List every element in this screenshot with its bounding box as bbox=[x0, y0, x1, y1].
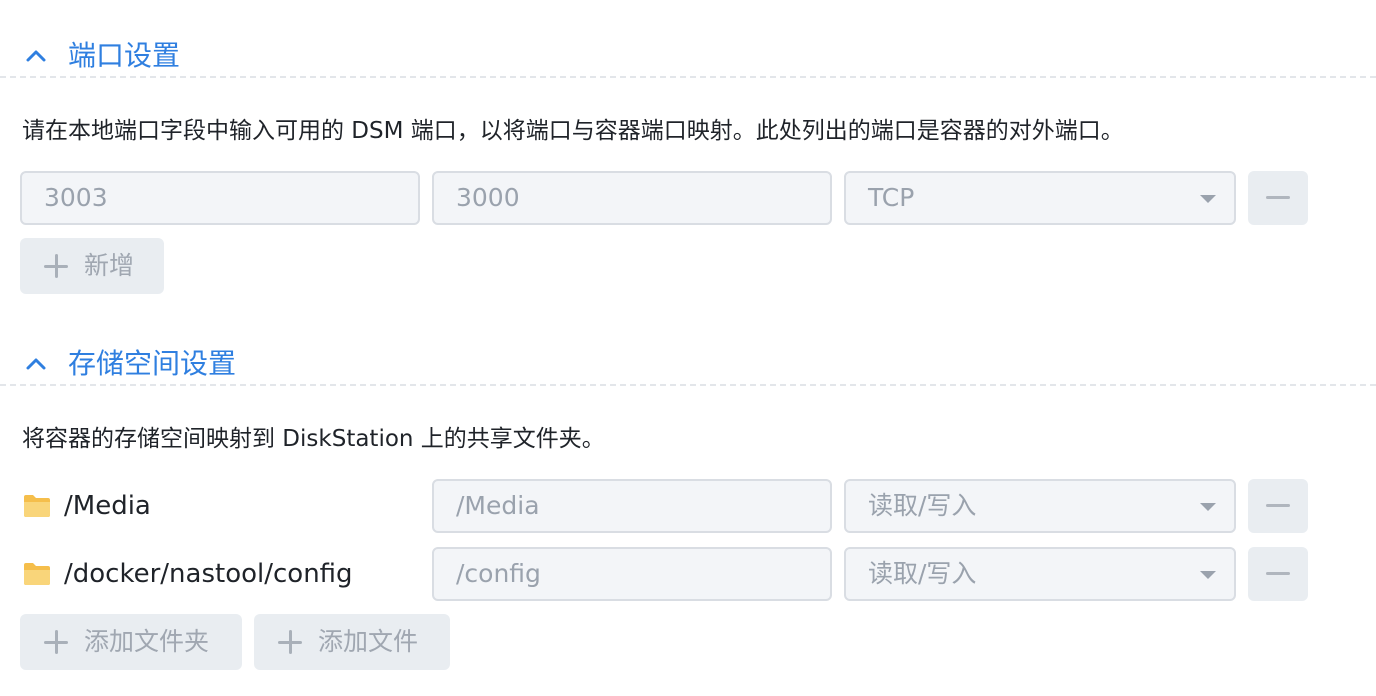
caret-down-icon bbox=[1200, 571, 1216, 579]
remove-volume-button[interactable] bbox=[1248, 547, 1308, 601]
shared-folder-path: /docker/nastool/config bbox=[64, 559, 353, 589]
folder-icon bbox=[24, 563, 50, 585]
permission-select-value: 读取/写入 bbox=[868, 491, 977, 520]
add-folder-button[interactable]: 添加文件夹 bbox=[20, 614, 242, 670]
mount-path-input[interactable]: /Media bbox=[432, 479, 832, 533]
add-port-label: 新增 bbox=[84, 251, 135, 280]
minus-icon bbox=[1266, 196, 1290, 199]
plus-icon bbox=[44, 630, 68, 654]
folder-icon bbox=[24, 495, 50, 517]
permission-select-value: 读取/写入 bbox=[868, 559, 977, 588]
storage-settings-header[interactable]: 存储空间设置 bbox=[0, 342, 1376, 386]
minus-icon bbox=[1266, 572, 1290, 575]
port-settings-description: 请在本地端口字段中输入可用的 DSM 端口，以将端口与容器端口映射。此处列出的端… bbox=[22, 118, 1124, 144]
chevron-up-icon[interactable] bbox=[24, 352, 48, 376]
caret-down-icon bbox=[1200, 503, 1216, 511]
add-folder-label: 添加文件夹 bbox=[84, 627, 210, 656]
plus-icon bbox=[44, 254, 68, 278]
minus-icon bbox=[1266, 504, 1290, 507]
protocol-select-value: TCP bbox=[868, 183, 915, 212]
remove-port-button[interactable] bbox=[1248, 171, 1308, 225]
caret-down-icon bbox=[1200, 195, 1216, 203]
mount-path-input[interactable]: /config bbox=[432, 547, 832, 601]
shared-folder-path: /Media bbox=[64, 491, 151, 521]
port-settings-title: 端口设置 bbox=[68, 39, 181, 72]
protocol-select[interactable]: TCP bbox=[844, 171, 1236, 225]
port-settings-header[interactable]: 端口设置 bbox=[0, 34, 1376, 78]
container-port-input[interactable]: 3000 bbox=[432, 171, 832, 225]
storage-settings-title: 存储空间设置 bbox=[68, 347, 237, 380]
local-port-input[interactable]: 3003 bbox=[20, 171, 420, 225]
permission-select[interactable]: 读取/写入 bbox=[844, 547, 1236, 601]
plus-icon bbox=[278, 630, 302, 654]
add-file-button[interactable]: 添加文件 bbox=[254, 614, 450, 670]
add-port-button[interactable]: 新增 bbox=[20, 238, 164, 294]
permission-select[interactable]: 读取/写入 bbox=[844, 479, 1236, 533]
chevron-up-icon[interactable] bbox=[24, 44, 48, 68]
remove-volume-button[interactable] bbox=[1248, 479, 1308, 533]
add-file-label: 添加文件 bbox=[318, 627, 419, 656]
storage-settings-description: 将容器的存储空间映射到 DiskStation 上的共享文件夹。 bbox=[22, 426, 605, 452]
